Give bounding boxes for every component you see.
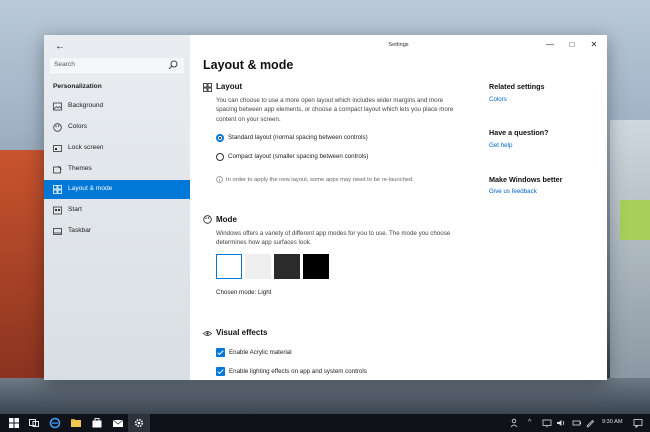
main-content: Settings — □ ✕ Layout & mode Layout You …: [190, 35, 607, 380]
sidebar-item-layout-mode[interactable]: Layout & mode: [44, 180, 190, 199]
gear-icon: [134, 418, 144, 428]
sidebar-item-label: Themes: [68, 165, 92, 172]
sidebar-item-lock-screen[interactable]: Lock screen: [44, 139, 190, 158]
pen-icon[interactable]: [584, 417, 596, 429]
mode-palette-icon: [203, 215, 212, 224]
file-explorer-icon[interactable]: [70, 417, 82, 429]
battery-icon[interactable]: [571, 417, 583, 429]
lighting-checkbox[interactable]: [216, 367, 225, 376]
sidebar-item-label: Layout & mode: [68, 185, 113, 192]
feedback-link[interactable]: Give us feedback: [489, 188, 537, 195]
chevron-up-icon[interactable]: ^: [528, 419, 531, 426]
acrylic-checkbox[interactable]: [216, 348, 225, 357]
chosen-mode-label: Chosen mode: Light: [216, 289, 272, 296]
edge-browser-icon[interactable]: [49, 417, 61, 429]
question-heading: Have a question?: [489, 128, 549, 137]
compact-layout-label: Compact layout (smaller spacing between …: [228, 153, 369, 160]
back-arrow-icon[interactable]: ←: [53, 40, 67, 54]
taskbar: ^ 9:30 AM: [0, 414, 650, 432]
maximize-icon[interactable]: □: [565, 39, 579, 51]
visual-effects-heading: Visual effects: [216, 328, 268, 337]
mode-description: Windows offers a variety of different ap…: [216, 230, 451, 247]
notifications-icon[interactable]: [632, 417, 644, 429]
mode-swatch-dark[interactable]: [303, 254, 329, 279]
sidebar-category: Personalization: [53, 83, 102, 90]
lock-screen-icon: [53, 145, 62, 152]
sidebar-item-start[interactable]: Start: [44, 201, 190, 220]
lighting-label: Enable lighting effects on app and syste…: [229, 368, 367, 375]
mode-heading: Mode: [216, 215, 237, 224]
sidebar-item-label: Background: [68, 102, 104, 109]
standard-layout-radio[interactable]: [216, 134, 224, 142]
volume-icon[interactable]: [555, 417, 567, 429]
sidebar-item-taskbar[interactable]: Taskbar: [44, 222, 190, 241]
sidebar-item-colors[interactable]: Colors: [44, 118, 190, 137]
store-icon[interactable]: [91, 417, 103, 429]
wallpaper-building-left: [0, 150, 46, 380]
sidebar-item-label: Lock screen: [68, 144, 104, 151]
wallpaper-building-right: [610, 120, 650, 380]
sidebar-item-label: Colors: [68, 123, 88, 130]
settings-window: ← Search Personalization Background Colo…: [44, 35, 607, 380]
themes-icon: [53, 165, 62, 174]
windows-start-icon[interactable]: [8, 417, 20, 429]
page-title: Layout & mode: [203, 58, 294, 72]
layout-icon: [53, 185, 62, 194]
search-placeholder: Search: [54, 61, 75, 68]
layout-note: In order to apply the new layout, some a…: [226, 177, 414, 183]
minimize-icon[interactable]: —: [543, 39, 557, 51]
related-settings-heading: Related settings: [489, 82, 545, 91]
mail-icon[interactable]: [112, 417, 124, 429]
clock[interactable]: 9:30 AM: [602, 419, 623, 425]
compact-layout-radio[interactable]: [216, 153, 224, 161]
wallpaper-greenery: [620, 200, 650, 240]
mode-swatch-dark-gray[interactable]: [274, 254, 300, 279]
mode-swatch-light-gray[interactable]: [245, 254, 271, 279]
eye-icon: [203, 331, 212, 336]
make-windows-better-heading: Make Windows better: [489, 175, 563, 184]
task-view-icon[interactable]: [28, 417, 40, 429]
wallpaper-cityscape: [0, 378, 650, 414]
sidebar-item-themes[interactable]: Themes: [44, 160, 190, 179]
start-icon: [53, 206, 62, 215]
layout-heading: Layout: [216, 82, 243, 91]
colors-link[interactable]: Colors: [489, 96, 507, 103]
close-icon[interactable]: ✕: [587, 39, 601, 51]
settings-taskbar-button[interactable]: [128, 414, 150, 432]
image-icon: [53, 102, 62, 111]
taskbar-icon: [53, 228, 62, 235]
layout-description: You can choose to use a more open layout…: [216, 97, 454, 123]
sidebar-item-label: Taskbar: [68, 227, 92, 234]
people-icon[interactable]: [509, 417, 521, 429]
search-input[interactable]: Search: [50, 58, 184, 75]
info-icon: [216, 176, 223, 183]
network-icon[interactable]: [541, 417, 553, 429]
get-help-link[interactable]: Get help: [489, 142, 512, 149]
palette-icon: [53, 123, 62, 132]
sidebar-item-label: Start: [68, 206, 82, 213]
acrylic-label: Enable Acrylic material: [229, 349, 292, 356]
layout-icon: [203, 83, 212, 92]
sidebar-item-background[interactable]: Background: [44, 97, 190, 116]
mode-swatch-light[interactable]: [216, 254, 242, 279]
search-icon: [168, 60, 178, 70]
standard-layout-label: Standard layout (normal spacing between …: [228, 134, 368, 141]
sidebar: ← Search Personalization Background Colo…: [44, 35, 190, 380]
